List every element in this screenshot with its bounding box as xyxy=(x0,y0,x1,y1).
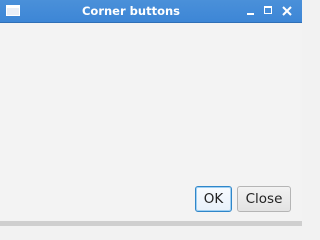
minimize-icon[interactable] xyxy=(245,5,257,17)
ok-button[interactable]: OK xyxy=(195,186,232,212)
maximize-icon[interactable] xyxy=(263,5,275,17)
close-button[interactable]: Close xyxy=(237,186,291,212)
app-window: Corner buttons OK Close xyxy=(0,0,302,226)
close-icon[interactable] xyxy=(281,5,293,17)
window-bottom-edge xyxy=(0,221,302,226)
window-title: Corner buttons xyxy=(81,4,181,18)
window-titlebar[interactable]: Corner buttons xyxy=(0,0,302,23)
